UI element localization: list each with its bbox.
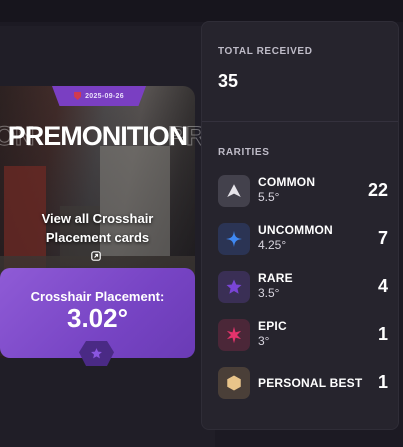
rarity-count: 4 bbox=[377, 276, 388, 296]
burst-star-icon bbox=[218, 319, 250, 351]
rarity-name: RARE bbox=[258, 271, 293, 285]
rarity-count: 1 bbox=[377, 372, 388, 392]
rarity-angle: 5.5° bbox=[258, 190, 280, 204]
rarity-badge bbox=[79, 341, 114, 366]
sparkle-star-icon bbox=[218, 223, 250, 255]
hexagon-icon bbox=[218, 367, 250, 399]
rarity-angle: 3° bbox=[258, 334, 270, 348]
view-all-cards-link[interactable]: View all Crosshair Placement cards bbox=[20, 209, 175, 247]
rarity-name: EPIC bbox=[258, 319, 287, 333]
metric-label: Crosshair Placement: bbox=[30, 289, 165, 304]
external-link-icon[interactable] bbox=[91, 251, 101, 261]
top-bar bbox=[0, 0, 403, 22]
rarity-count: 22 bbox=[367, 180, 388, 200]
star-icon bbox=[218, 271, 250, 303]
rarity-row-personal-best: PERSONAL BEST 1 bbox=[218, 367, 388, 401]
divider bbox=[202, 121, 398, 122]
card-date: 2025-09-26 bbox=[85, 92, 124, 100]
star-icon bbox=[91, 348, 102, 359]
arrowhead-icon bbox=[218, 175, 250, 207]
rarity-name: PERSONAL BEST bbox=[258, 376, 363, 390]
rarity-count: 7 bbox=[377, 228, 388, 248]
rarity-name: COMMON bbox=[258, 175, 316, 189]
card-date-tab: 2025-09-26 bbox=[52, 86, 146, 106]
total-received-value: 35 bbox=[218, 71, 239, 91]
rarity-count: 1 bbox=[377, 324, 388, 344]
rarity-angle: 3.5° bbox=[258, 286, 280, 300]
metric-value: 3.02° bbox=[66, 303, 128, 333]
rarity-row-common: COMMON 5.5° 22 bbox=[218, 175, 388, 209]
rarities-label: RARITIES bbox=[218, 147, 270, 158]
rarity-row-epic: EPIC 3° 1 bbox=[218, 319, 388, 353]
rarity-row-rare: RARE 3.5° 4 bbox=[218, 271, 388, 305]
shield-icon bbox=[74, 92, 82, 100]
card-title: PREMONITION bbox=[7, 121, 189, 151]
rarity-angle: 4.25° bbox=[258, 238, 287, 252]
rarity-row-uncommon: UNCOMMON 4.25° 7 bbox=[218, 223, 388, 257]
total-received-label: TOTAL RECEIVED bbox=[218, 46, 313, 57]
rarity-name: UNCOMMON bbox=[258, 223, 333, 237]
